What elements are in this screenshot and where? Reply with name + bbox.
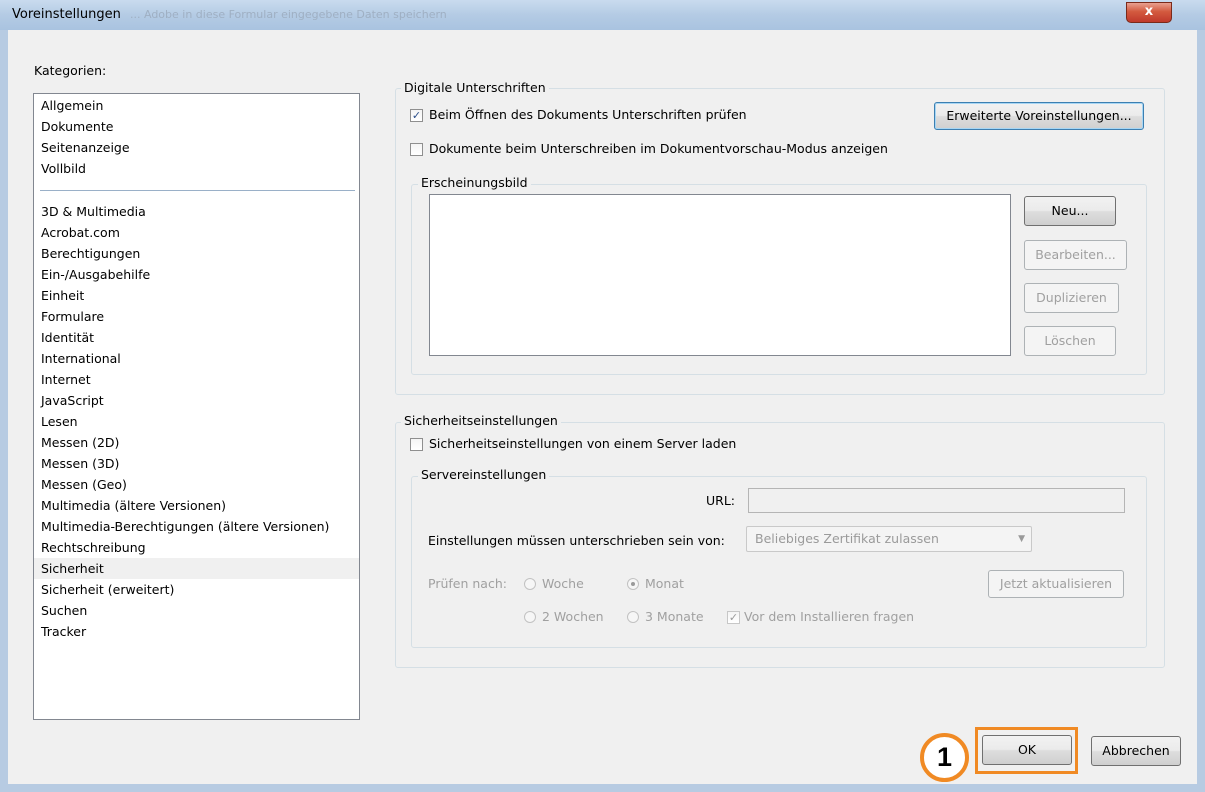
digital-signatures-title: Digitale Unterschriften	[401, 80, 549, 95]
verify-on-open-label: Beim Öffnen des Dokuments Unterschriften…	[429, 107, 747, 122]
category-item[interactable]: Allgemein	[34, 95, 359, 116]
category-item[interactable]: Tracker	[34, 621, 359, 642]
category-item[interactable]: Dokumente	[34, 116, 359, 137]
radio-month-label: Monat	[645, 576, 684, 591]
category-item[interactable]: Messen (2D)	[34, 432, 359, 453]
certificate-select-value: Beliebiges Zertifikat zulassen	[755, 531, 939, 546]
delete-appearance-button[interactable]: Löschen	[1024, 326, 1116, 356]
category-item[interactable]: Identität	[34, 327, 359, 348]
categories-label: Kategorien:	[34, 63, 107, 78]
category-item[interactable]: Multimedia-Berechtigungen (ältere Versio…	[34, 516, 359, 537]
category-item[interactable]: Messen (3D)	[34, 453, 359, 474]
radio-week-label: Woche	[542, 576, 584, 591]
category-item[interactable]: JavaScript	[34, 390, 359, 411]
chevron-down-icon: ▼	[1018, 534, 1025, 544]
radio-two-weeks-label: 2 Wochen	[542, 609, 604, 624]
window-frame-right	[1197, 30, 1205, 792]
category-item[interactable]: Vollbild	[34, 158, 359, 179]
update-now-button[interactable]: Jetzt aktualisieren	[988, 570, 1124, 598]
ask-before-install-label: Vor dem Installieren fragen	[744, 609, 915, 624]
category-item[interactable]: Internet	[34, 369, 359, 390]
category-item[interactable]: Lesen	[34, 411, 359, 432]
step-marker-badge: 1	[920, 733, 969, 782]
radio-three-months-label: 3 Monate	[645, 609, 704, 624]
window-frame-bottom	[0, 784, 1205, 792]
category-item[interactable]: Sicherheit (erweitert)	[34, 579, 359, 600]
close-button[interactable]: x	[1126, 2, 1172, 23]
radio-week[interactable]	[524, 578, 536, 590]
category-item[interactable]: Suchen	[34, 600, 359, 621]
categories-list[interactable]: Allgemein Dokumente Seitenanzeige Vollbild …	[33, 93, 360, 720]
window-frame-left	[0, 30, 8, 792]
appearance-title: Erscheinungsbild	[418, 175, 531, 190]
server-settings-title: Servereinstellungen	[418, 467, 550, 482]
window-title-ghost: ... Adobe in diese Formular eingegebene …	[130, 8, 447, 21]
signed-by-label: Einstellungen müssen unterschrieben sein…	[428, 533, 725, 548]
advanced-preferences-button[interactable]: Erweiterte Voreinstellungen...	[934, 102, 1144, 130]
ask-before-install-checkbox[interactable]: ✓	[727, 611, 740, 624]
ok-button-highlight	[975, 727, 1078, 774]
preview-mode-checkbox[interactable]	[410, 143, 423, 156]
verify-on-open-checkbox[interactable]: ✓	[410, 109, 423, 122]
category-item[interactable]: 3D & Multimedia	[34, 201, 359, 222]
appearance-list[interactable]	[429, 194, 1011, 356]
duplicate-appearance-button[interactable]: Duplizieren	[1024, 283, 1119, 313]
radio-month[interactable]	[627, 578, 639, 590]
category-item[interactable]: Messen (Geo)	[34, 474, 359, 495]
category-item[interactable]: Ein-/Ausgabehilfe	[34, 264, 359, 285]
window-title: Voreinstellungen	[12, 7, 121, 22]
check-interval-label: Prüfen nach:	[428, 576, 507, 591]
new-appearance-button[interactable]: Neu...	[1024, 196, 1116, 226]
cancel-button[interactable]: Abbrechen	[1091, 736, 1181, 766]
category-item[interactable]: Seitenanzeige	[34, 137, 359, 158]
title-bar[interactable]: Voreinstellungen ... Adobe in diese Form…	[0, 0, 1205, 31]
category-item[interactable]: Berechtigungen	[34, 243, 359, 264]
certificate-select[interactable]: Beliebiges Zertifikat zulassen ▼	[746, 526, 1032, 552]
category-item[interactable]: Sicherheit	[34, 558, 359, 579]
radio-three-months[interactable]	[627, 611, 639, 623]
category-item[interactable]: Formulare	[34, 306, 359, 327]
category-item[interactable]: Rechtschreibung	[34, 537, 359, 558]
categories-separator	[40, 190, 355, 191]
security-settings-title: Sicherheitseinstellungen	[401, 413, 561, 428]
category-item[interactable]: International	[34, 348, 359, 369]
edit-appearance-button[interactable]: Bearbeiten...	[1024, 240, 1127, 270]
radio-two-weeks[interactable]	[524, 611, 536, 623]
load-from-server-label: Sicherheitseinstellungen von einem Serve…	[429, 436, 737, 451]
load-from-server-checkbox[interactable]	[410, 438, 423, 451]
url-label: URL:	[706, 493, 736, 508]
url-input[interactable]	[748, 488, 1125, 513]
category-item[interactable]: Multimedia (ältere Versionen)	[34, 495, 359, 516]
category-item[interactable]: Einheit	[34, 285, 359, 306]
preview-mode-label: Dokumente beim Unterschreiben im Dokumen…	[429, 141, 888, 156]
category-item[interactable]: Acrobat.com	[34, 222, 359, 243]
